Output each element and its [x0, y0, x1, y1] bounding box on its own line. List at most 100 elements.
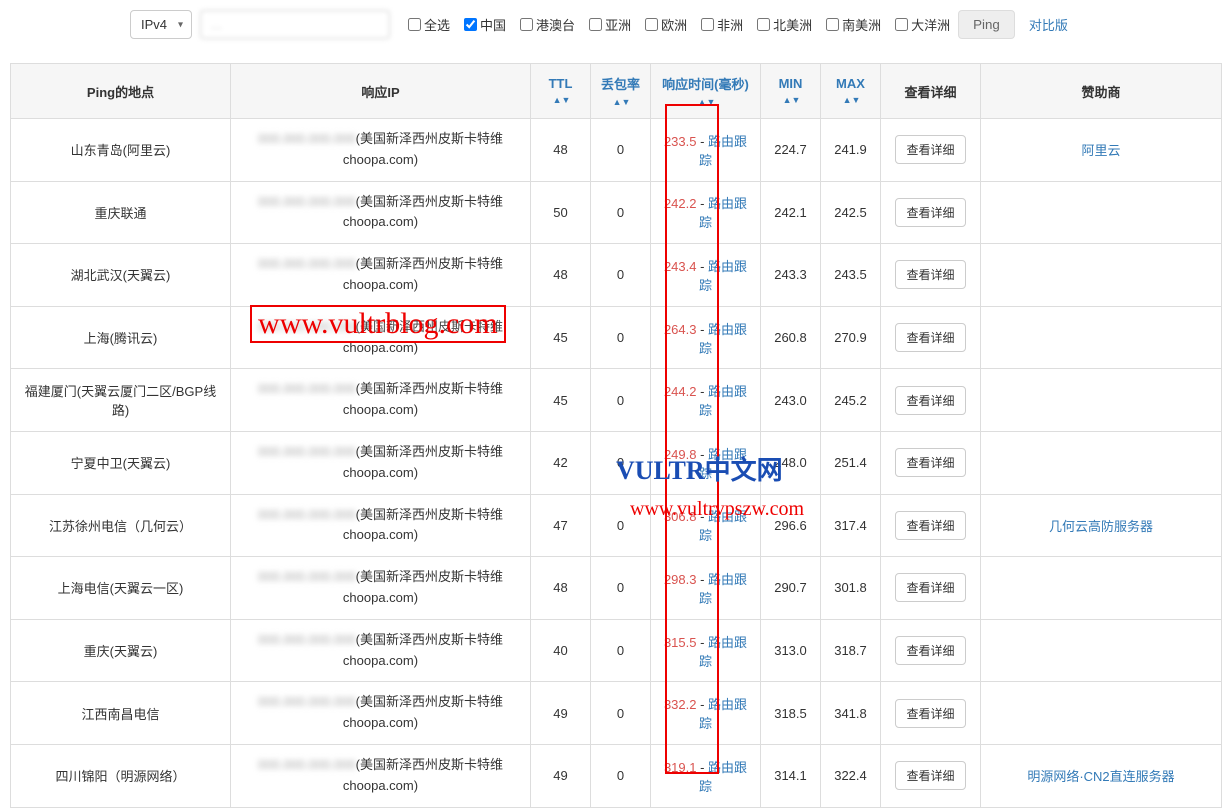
cell-ttl: 48 — [531, 557, 591, 620]
hdr-ttl[interactable]: TTL▲▼ — [531, 64, 591, 119]
cell-detail: 查看详细 — [881, 306, 981, 369]
cell-min: 243.0 — [761, 369, 821, 432]
detail-button[interactable]: 查看详细 — [895, 260, 965, 289]
sponsor-link[interactable]: 几何云高防服务器 — [1049, 519, 1153, 534]
sponsor-link[interactable]: 阿里云 — [1081, 143, 1120, 158]
route-trace-link[interactable]: 路由跟踪 — [699, 635, 747, 669]
cell-loss: 0 — [591, 431, 651, 494]
hdr-max[interactable]: MAX▲▼ — [821, 64, 881, 119]
sort-icon: ▲▼ — [843, 97, 861, 103]
cell-location: 四川锦阳（明源网络） — [11, 744, 231, 807]
route-trace-link[interactable]: 路由跟踪 — [699, 259, 747, 293]
route-trace-link[interactable]: 路由跟踪 — [699, 572, 747, 606]
route-trace-link[interactable]: 路由跟踪 — [699, 509, 747, 543]
ip-input[interactable]: ... — [200, 10, 390, 39]
compare-link[interactable]: 对比版 — [1029, 15, 1068, 34]
cell-resp-time: 233.5 - 路由跟踪 — [651, 119, 761, 182]
detail-button[interactable]: 查看详细 — [895, 448, 965, 477]
detail-button[interactable]: 查看详细 — [895, 761, 965, 790]
detail-button[interactable]: 查看详细 — [895, 699, 965, 728]
detail-button[interactable]: 查看详细 — [895, 323, 965, 352]
route-trace-link[interactable]: 路由跟踪 — [699, 760, 747, 794]
cell-max: 341.8 — [821, 682, 881, 745]
cell-loss: 0 — [591, 619, 651, 682]
cell-ttl: 49 — [531, 682, 591, 745]
cell-max: 318.7 — [821, 619, 881, 682]
chk-europe[interactable]: 欧洲 — [645, 15, 687, 34]
hdr-resp-ip: 响应IP — [231, 64, 531, 119]
detail-button[interactable]: 查看详细 — [895, 573, 965, 602]
cell-resp-ip: 000.000.000.000(美国新泽西州皮斯卡特维choopa.com) — [231, 306, 531, 369]
chk-all[interactable]: 全选 — [408, 15, 450, 34]
table-row: 湖北武汉(天翼云) 000.000.000.000(美国新泽西州皮斯卡特维cho… — [11, 244, 1222, 307]
route-trace-link[interactable]: 路由跟踪 — [699, 322, 747, 356]
cell-detail: 查看详细 — [881, 619, 981, 682]
cell-max: 251.4 — [821, 431, 881, 494]
cell-detail: 查看详细 — [881, 557, 981, 620]
cell-resp-time: 242.2 - 路由跟踪 — [651, 181, 761, 244]
cell-sponsor — [981, 431, 1222, 494]
route-trace-link[interactable]: 路由跟踪 — [699, 196, 747, 230]
cell-detail: 查看详细 — [881, 682, 981, 745]
hdr-loss[interactable]: 丢包率▲▼ — [591, 64, 651, 119]
cell-ttl: 50 — [531, 181, 591, 244]
detail-button[interactable]: 查看详细 — [895, 135, 965, 164]
cell-detail: 查看详细 — [881, 494, 981, 557]
table-row: 福建厦门(天翼云厦门二区/BGP线路) 000.000.000.000(美国新泽… — [11, 369, 1222, 432]
ping-button[interactable]: Ping — [958, 10, 1015, 39]
cell-sponsor: 明源网络·CN2直连服务器 — [981, 744, 1222, 807]
cell-ttl: 42 — [531, 431, 591, 494]
detail-button[interactable]: 查看详细 — [895, 636, 965, 665]
cell-resp-ip: 000.000.000.000(美国新泽西州皮斯卡特维choopa.com) — [231, 369, 531, 432]
cell-max: 317.4 — [821, 494, 881, 557]
route-trace-link[interactable]: 路由跟踪 — [699, 697, 747, 731]
cell-ttl: 45 — [531, 369, 591, 432]
cell-max: 242.5 — [821, 181, 881, 244]
hdr-location: Ping的地点 — [11, 64, 231, 119]
chk-africa[interactable]: 非洲 — [701, 15, 743, 34]
cell-ttl: 47 — [531, 494, 591, 557]
chk-asia[interactable]: 亚洲 — [589, 15, 631, 34]
detail-button[interactable]: 查看详细 — [895, 198, 965, 227]
route-trace-link[interactable]: 路由跟踪 — [699, 384, 747, 418]
detail-button[interactable]: 查看详细 — [895, 386, 965, 415]
cell-sponsor: 阿里云 — [981, 119, 1222, 182]
detail-button[interactable]: 查看详细 — [895, 511, 965, 540]
chk-samerica[interactable]: 南美洲 — [826, 15, 881, 34]
cell-detail: 查看详细 — [881, 369, 981, 432]
cell-sponsor: 几何云高防服务器 — [981, 494, 1222, 557]
chk-namerica[interactable]: 北美洲 — [757, 15, 812, 34]
cell-location: 上海(腾讯云) — [11, 306, 231, 369]
cell-min: 313.0 — [761, 619, 821, 682]
cell-detail: 查看详细 — [881, 431, 981, 494]
cell-resp-time: 306.8 - 路由跟踪 — [651, 494, 761, 557]
protocol-select[interactable]: IPv4 — [130, 10, 192, 39]
sort-icon: ▲▼ — [783, 97, 801, 103]
table-row: 四川锦阳（明源网络） 000.000.000.000(美国新泽西州皮斯卡特维ch… — [11, 744, 1222, 807]
cell-loss: 0 — [591, 744, 651, 807]
cell-location: 江苏徐州电信（几何云） — [11, 494, 231, 557]
route-trace-link[interactable]: 路由跟踪 — [699, 447, 747, 481]
chk-oceania[interactable]: 大洋洲 — [895, 15, 950, 34]
chk-china[interactable]: 中国 — [464, 15, 506, 34]
cell-ttl: 45 — [531, 306, 591, 369]
cell-detail: 查看详细 — [881, 244, 981, 307]
sponsor-link[interactable]: 明源网络·CN2直连服务器 — [1027, 769, 1174, 784]
cell-min: 318.5 — [761, 682, 821, 745]
cell-max: 322.4 — [821, 744, 881, 807]
cell-resp-ip: 000.000.000.000(美国新泽西州皮斯卡特维choopa.com) — [231, 244, 531, 307]
route-trace-link[interactable]: 路由跟踪 — [699, 134, 747, 168]
cell-resp-ip: 000.000.000.000(美国新泽西州皮斯卡特维choopa.com) — [231, 494, 531, 557]
cell-detail: 查看详细 — [881, 744, 981, 807]
cell-min: 314.1 — [761, 744, 821, 807]
cell-max: 270.9 — [821, 306, 881, 369]
toolbar: IPv4 ... 全选 中国 港澳台 亚洲 欧洲 非洲 北美洲 南美洲 大洋洲 … — [0, 0, 1232, 49]
hdr-resp-time[interactable]: 响应时间(毫秒)▲▼ — [651, 64, 761, 119]
cell-loss: 0 — [591, 682, 651, 745]
cell-location: 江西南昌电信 — [11, 682, 231, 745]
chk-hmt[interactable]: 港澳台 — [520, 15, 575, 34]
cell-sponsor — [981, 369, 1222, 432]
cell-resp-ip: 000.000.000.000(美国新泽西州皮斯卡特维choopa.com) — [231, 557, 531, 620]
cell-resp-ip: 000.000.000.000(美国新泽西州皮斯卡特维choopa.com) — [231, 431, 531, 494]
hdr-min[interactable]: MIN▲▼ — [761, 64, 821, 119]
